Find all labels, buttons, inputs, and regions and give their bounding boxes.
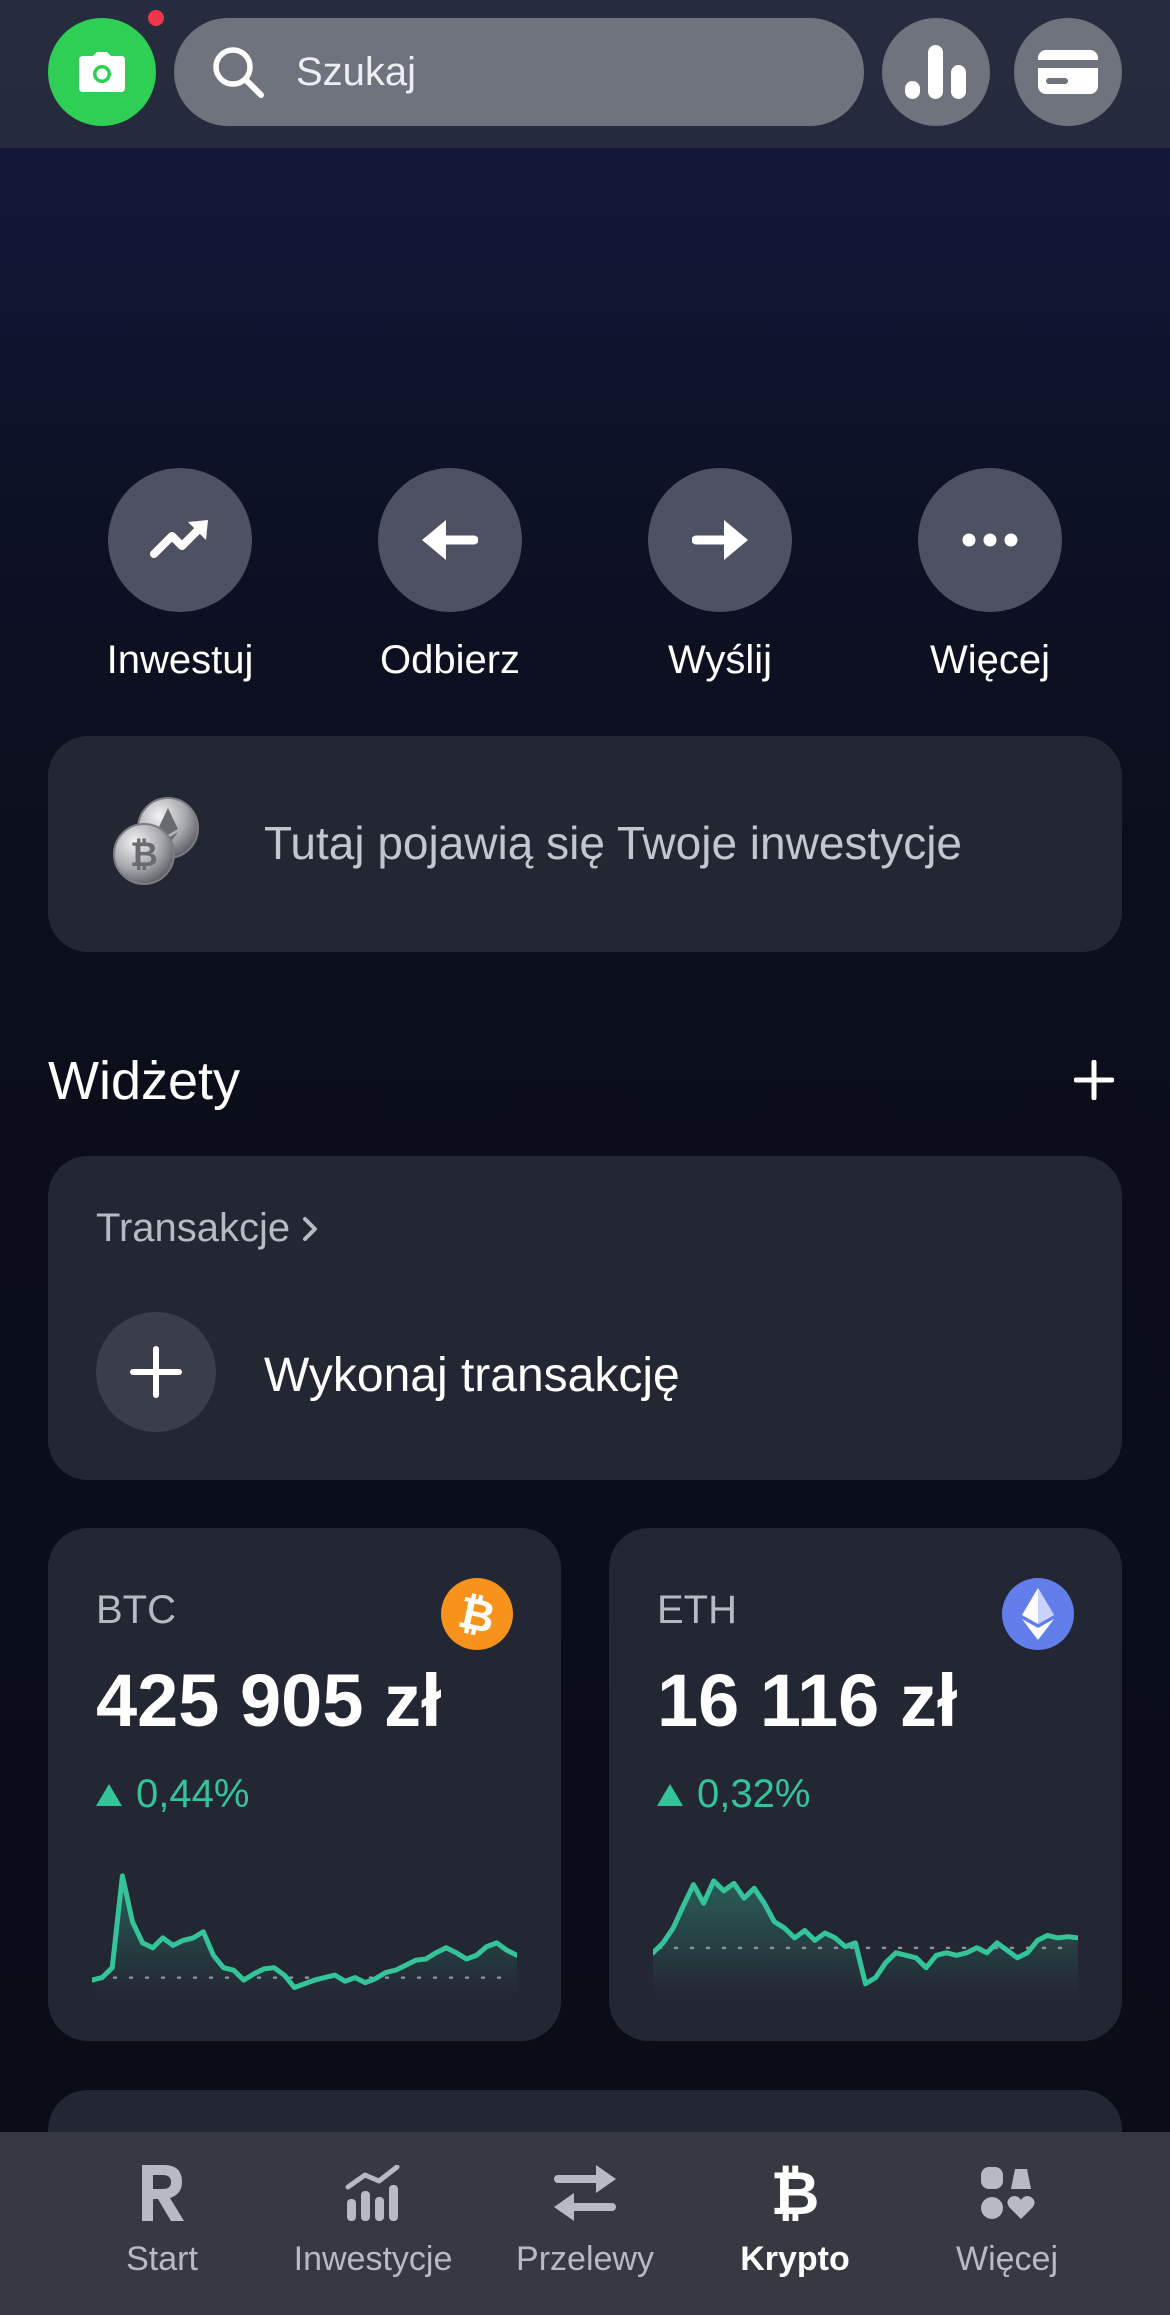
search-input[interactable]: Szukaj <box>296 50 416 95</box>
svg-text:₿: ₿ <box>130 835 158 875</box>
up-triangle-icon <box>657 1783 683 1806</box>
chevron-right-icon <box>303 1216 318 1241</box>
nav-investments-label: Inwestycje <box>293 2240 453 2278</box>
coin-change: 0,44% <box>96 1772 249 1817</box>
crypto-home-screen: Szukaj Inwestuj Odbierz Wyślij Więcej ₿ … <box>0 0 1170 2315</box>
btc-widget[interactable]: BTC ₿ 425 905 zł 0,44% <box>48 1528 561 2041</box>
bitcoin-icon: ₿ <box>771 2162 820 2224</box>
coin-symbol: ETH <box>657 1588 737 1632</box>
camera-icon <box>79 52 125 92</box>
action-receive[interactable]: Odbierz <box>320 468 580 683</box>
action-more[interactable]: Więcej <box>860 468 1120 683</box>
nav-crypto[interactable]: ₿ Krypto <box>690 2160 900 2279</box>
action-more-button[interactable] <box>918 468 1062 612</box>
plus-icon <box>130 1346 182 1398</box>
nav-transfers-label: Przelewy <box>516 2240 654 2278</box>
cards-button[interactable] <box>1014 18 1122 126</box>
transactions-widget: Transakcje Wykonaj transakcję <box>48 1156 1122 1480</box>
btc-sparkline <box>92 1873 517 1998</box>
add-widget-icon[interactable] <box>1074 1060 1114 1100</box>
coins-icon: ₿ <box>113 797 199 885</box>
coin-price: 425 905 zł <box>96 1659 442 1742</box>
up-triangle-icon <box>96 1783 122 1806</box>
action-invest-label: Inwestuj <box>106 638 254 682</box>
coin-symbol: BTC <box>96 1588 176 1632</box>
action-receive-button[interactable] <box>378 468 522 612</box>
nav-start[interactable]: Start <box>57 2160 267 2279</box>
make-transaction-button[interactable] <box>96 1312 216 1432</box>
notification-dot <box>148 10 164 26</box>
investments-chart-icon <box>345 2165 400 2221</box>
card-icon <box>1038 50 1098 94</box>
investments-banner-text: Tutaj pojawią się Twoje inwestycje <box>264 817 962 869</box>
nav-crypto-label: Krypto <box>740 2240 850 2278</box>
action-more-label: Więcej <box>929 638 1051 682</box>
revolut-r-icon <box>142 2165 184 2221</box>
investments-banner[interactable]: ₿ Tutaj pojawią się Twoje inwestycje <box>48 736 1122 952</box>
analytics-icon <box>905 45 966 99</box>
nav-transfers[interactable]: Przelewy <box>480 2160 690 2279</box>
nav-more-label: Więcej <box>955 2240 1059 2278</box>
bitcoin-logo-icon: ₿ <box>441 1578 513 1650</box>
action-send-label: Wyślij <box>667 638 773 682</box>
arrow-left-icon <box>422 520 478 560</box>
action-send-button[interactable] <box>648 468 792 612</box>
eth-sparkline <box>653 1878 1078 1998</box>
search-icon <box>213 47 264 98</box>
bottom-navigation: Start Inwestycje Przelewy ₿ Krypto Więce… <box>0 2132 1170 2315</box>
camera-button[interactable] <box>48 18 156 126</box>
ethereum-logo-icon <box>1002 1578 1074 1650</box>
top-bar: Szukaj <box>0 0 1170 148</box>
trend-up-icon <box>150 520 208 558</box>
more-dots-icon <box>962 533 1018 547</box>
coin-change-value: 0,32% <box>697 1772 811 1816</box>
more-grid-icon <box>981 2167 1035 2219</box>
arrow-right-icon <box>692 520 748 560</box>
nav-investments[interactable]: Inwestycje <box>268 2160 478 2279</box>
action-receive-label: Odbierz <box>379 638 521 682</box>
coin-change: 0,32% <box>657 1772 810 1817</box>
transactions-title: Transakcje <box>96 1206 291 1250</box>
svg-text:₿: ₿ <box>457 1590 497 1638</box>
action-invest-button[interactable] <box>108 468 252 612</box>
coin-change-value: 0,44% <box>136 1772 250 1816</box>
action-send[interactable]: Wyślij <box>590 468 850 683</box>
svg-text:₿: ₿ <box>771 2162 820 2224</box>
analytics-button[interactable] <box>882 18 990 126</box>
widgets-title: Widżety <box>48 1051 241 1111</box>
nav-more[interactable]: Więcej <box>902 2160 1112 2279</box>
eth-widget[interactable]: ETH 16 116 zł 0,32% <box>609 1528 1122 2041</box>
nav-start-label: Start <box>126 2240 198 2278</box>
action-invest[interactable]: Inwestuj <box>50 468 310 683</box>
transfer-arrows-icon <box>554 2165 616 2221</box>
make-transaction-label[interactable]: Wykonaj transakcję <box>264 1348 680 1403</box>
transactions-link[interactable]: Transakcje <box>96 1206 318 1251</box>
coin-price: 16 116 zł <box>657 1659 958 1742</box>
search-bar[interactable]: Szukaj <box>174 18 864 126</box>
sparkline-area <box>92 1875 517 1998</box>
